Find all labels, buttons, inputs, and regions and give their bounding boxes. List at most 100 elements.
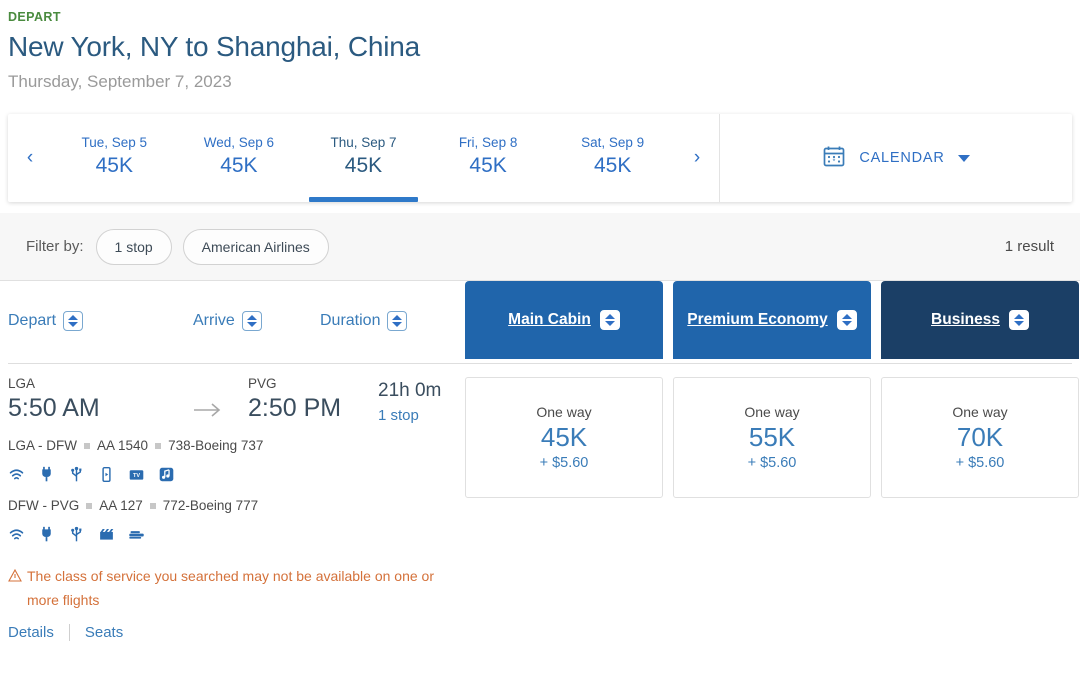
price-card[interactable]: One way 70K + $5.60: [881, 377, 1079, 498]
price-card-tax: + $5.60: [747, 455, 797, 472]
sort-header-row: Depart Arrive Duration Main Cabin Premium…: [8, 281, 1079, 363]
filter-bar: Filter by: 1 stop American Airlines 1 res…: [0, 213, 1080, 281]
date-option-name: Fri, Sep 8: [458, 134, 518, 150]
sort-duration[interactable]: Duration: [320, 281, 460, 331]
price-card-label: One way: [744, 403, 800, 420]
price-card[interactable]: One way 45K + $5.60: [465, 377, 663, 498]
segment-aircraft: 738-Boeing 737: [168, 438, 264, 453]
segment-separator: [149, 502, 156, 509]
sort-icon[interactable]: [599, 310, 620, 330]
movie-icon: [98, 526, 115, 543]
cabin-tab-label: Main Cabin: [508, 311, 591, 328]
tv-icon: TV: [128, 466, 145, 483]
link-divider: [68, 623, 70, 641]
warning-text: The class of service you searched may no…: [27, 568, 435, 608]
segment-flight-number: AA 127: [99, 498, 143, 513]
power-icon: [38, 466, 55, 483]
sort-icon[interactable]: [836, 310, 857, 330]
row-action-links: Details Seats: [8, 623, 1072, 641]
warning-triangle-icon: [8, 568, 22, 587]
filter-chip-list: 1 stop American Airlines: [95, 228, 340, 265]
seats-link[interactable]: Seats: [85, 624, 123, 641]
svg-text:*: *: [833, 158, 836, 165]
cabin-tab[interactable]: Business: [881, 281, 1079, 359]
wifi-icon: [8, 526, 25, 543]
segment-separator: [155, 442, 162, 449]
cabin-tabs: Main Cabin Premium Economy Business: [465, 281, 1079, 359]
price-card-list: One way 45K + $5.60 One way 55K + $5.60 One wa…: [465, 377, 1079, 498]
sort-arrive[interactable]: Arrive: [193, 281, 320, 331]
price-card[interactable]: One way 55K + $5.60: [673, 377, 871, 498]
details-link[interactable]: Details: [8, 624, 54, 641]
sort-depart[interactable]: Depart: [8, 281, 193, 331]
date-option-name: Thu, Sep 7: [330, 134, 397, 150]
svg-text:TV: TV: [133, 472, 140, 478]
price-card-miles: 45K: [540, 421, 588, 452]
calendar-icon: *: [822, 144, 846, 173]
arrive-airport: PVG: [248, 376, 277, 391]
chevron-down-icon: [957, 154, 970, 162]
price-card-tax: + $5.60: [539, 455, 589, 472]
lieflat-seat-icon: [128, 526, 145, 543]
date-option-price: 45K: [95, 153, 133, 177]
price-card-tax: + $5.60: [955, 455, 1005, 472]
segment-info: DFW - PVG AA 127 772-Boeing 777: [8, 498, 1072, 513]
arrow-right-icon: [193, 376, 248, 418]
result-count: 1 result: [1004, 238, 1054, 255]
device-icon: [98, 466, 115, 483]
date-option[interactable]: Sat, Sep 9 45K: [550, 114, 675, 202]
date-option-name: Wed, Sep 6: [203, 134, 275, 150]
date-strip: ‹ Tue, Sep 5 45K Wed, Sep 6 45K Thu, Sep 7 45…: [8, 114, 720, 202]
arrive-time: 2:50 PM: [248, 394, 342, 422]
segment-amenities: [8, 524, 1072, 544]
sort-icon[interactable]: [63, 311, 84, 331]
service-class-warning: The class of service you searched may no…: [8, 565, 453, 613]
date-option[interactable]: Wed, Sep 6 45K: [177, 114, 302, 202]
calendar-button[interactable]: * CALENDAR: [720, 114, 1072, 202]
depart-time: 5:50 AM: [8, 394, 100, 422]
filter-by-label: Filter by:: [26, 238, 84, 255]
cabin-tab[interactable]: Premium Economy: [673, 281, 871, 359]
arrive-cell: PVG 2:50 PM: [248, 376, 378, 423]
price-card-miles: 55K: [748, 421, 796, 452]
sort-duration-label: Duration: [320, 312, 381, 329]
music-icon: [158, 466, 175, 483]
page-title: New York, NY to Shanghai, China: [8, 31, 420, 62]
prev-dates-button[interactable]: ‹: [8, 114, 52, 202]
filter-chip[interactable]: American Airlines: [182, 228, 329, 265]
price-card-label: One way: [536, 403, 592, 420]
date-option-price: 45K: [593, 153, 632, 177]
page-header: DEPART New York, NY to Shanghai, China T…: [0, 0, 1080, 92]
date-option-price: 45K: [220, 153, 258, 177]
price-card-miles: 70K: [956, 421, 1004, 452]
cabin-tab-label: Business: [931, 311, 1000, 328]
flight-result-row: LGA 5:50 AM PVG 2:50 PM 21h 0m 1 stop LG…: [8, 363, 1079, 641]
filter-chip[interactable]: 1 stop: [95, 228, 172, 265]
cabin-tab[interactable]: Main Cabin: [465, 281, 663, 359]
segment-separator: [86, 502, 93, 509]
date-option[interactable]: Fri, Sep 8 45K: [426, 114, 551, 202]
price-card-label: One way: [952, 403, 1008, 420]
usb-icon: [68, 466, 85, 483]
sort-icon[interactable]: [1008, 310, 1029, 330]
next-dates-button[interactable]: ›: [675, 114, 719, 202]
segment-route: DFW - PVG: [8, 498, 80, 513]
date-option[interactable]: Thu, Sep 7 45K: [301, 114, 426, 202]
results-table: Depart Arrive Duration Main Cabin Premium…: [0, 281, 1080, 641]
date-option-name: Sat, Sep 9: [581, 134, 645, 150]
date-option-price: 45K: [469, 153, 507, 177]
depart-label: DEPART: [8, 10, 61, 24]
calendar-label: CALENDAR: [859, 150, 945, 166]
usb-icon: [68, 526, 85, 543]
cabin-tab-label: Premium Economy: [687, 311, 828, 328]
segment-separator: [84, 442, 91, 449]
sort-icon[interactable]: [241, 311, 262, 331]
segment-aircraft: 772-Boeing 777: [162, 498, 259, 513]
segment-route: LGA - DFW: [8, 438, 78, 453]
date-selector-bar: ‹ Tue, Sep 5 45K Wed, Sep 6 45K Thu, Sep 7 45…: [8, 114, 1072, 202]
power-icon: [38, 526, 55, 543]
depart-cell: LGA 5:50 AM: [8, 376, 193, 423]
date-option[interactable]: Tue, Sep 5 45K: [52, 114, 177, 202]
depart-airport: LGA: [8, 376, 36, 391]
sort-icon[interactable]: [387, 311, 408, 331]
